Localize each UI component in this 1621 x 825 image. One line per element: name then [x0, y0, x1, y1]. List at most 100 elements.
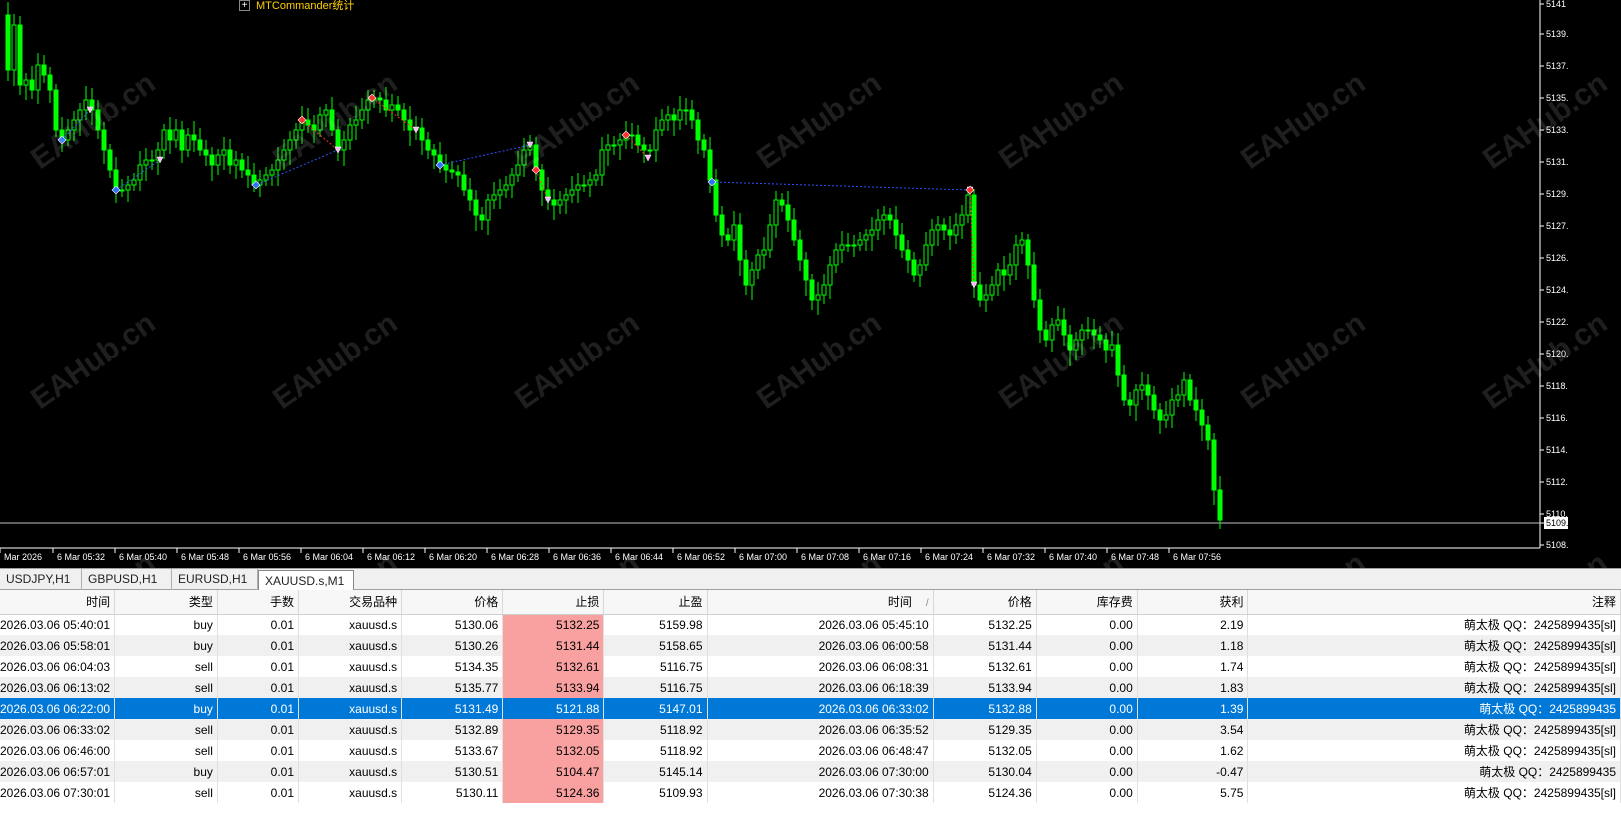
candle-body [23, 79, 29, 86]
column-header[interactable]: 获利 [1137, 590, 1249, 615]
table-cell: 2026.03.06 06:46:00 [0, 740, 116, 761]
column-header[interactable]: 价格 [401, 590, 504, 615]
candle-body [119, 189, 125, 192]
candle-body [911, 259, 917, 276]
table-cell: 5129.35 [502, 719, 605, 740]
table-row[interactable]: 2026.03.06 06:46:00 sell 0.01 xauusd.s 5133.… [0, 740, 1621, 761]
column-header[interactable]: 止损 [502, 590, 605, 615]
tab-xauusd-s-m1[interactable]: XAUUSD.s,M1 [258, 570, 354, 591]
column-header[interactable]: 时间 [0, 590, 116, 615]
table-cell: 0.01 [217, 761, 300, 782]
watermark-text: EAHub.cn [509, 306, 645, 415]
table-cell: 1.62 [1137, 740, 1249, 761]
table-cell: 萌太极 QQ：2425899435[sl] [1247, 635, 1621, 656]
table-row[interactable]: 2026.03.06 05:58:01 buy 0.01 xauusd.s 5130.2… [0, 635, 1621, 656]
table-cell: 0.00 [1036, 698, 1138, 719]
column-header[interactable]: 库存费 [1036, 590, 1138, 615]
candle-body [539, 169, 545, 191]
candle-body [617, 139, 623, 146]
table-row[interactable]: 2026.03.06 06:22:00 buy 0.01 xauusd.s 5131.4… [0, 698, 1621, 719]
trade-line [711, 181, 971, 191]
table-cell: 5129.35 [933, 719, 1037, 740]
candle-body [245, 169, 251, 176]
candle-body [1211, 439, 1217, 491]
time-label: 6 Mar 05:56 [243, 552, 291, 562]
column-header[interactable]: 交易品种 [298, 590, 403, 615]
table-cell: 萌太极 QQ：2425899435[sl] [1247, 677, 1621, 698]
candle-body [107, 149, 113, 171]
column-header[interactable]: 注释 [1247, 590, 1621, 615]
table-cell: 萌太极 QQ：2425899435[sl] [1247, 656, 1621, 677]
candle-body [809, 279, 815, 301]
candle-body [1205, 424, 1211, 441]
table-cell: sell [114, 719, 218, 740]
tab-gbpusd-h1[interactable]: GBPUSD,H1 [82, 569, 172, 590]
table-row[interactable]: 2026.03.06 06:57:01 buy 0.01 xauusd.s 5130.5… [0, 761, 1621, 782]
candle-body [1175, 394, 1181, 401]
table-cell: 萌太极 QQ：2425899435 [1247, 761, 1621, 782]
table-cell: 2026.03.06 06:18:39 [707, 677, 934, 698]
table-cell: 0.01 [217, 782, 300, 803]
candle-body [1019, 239, 1025, 246]
table-cell: 5133.94 [502, 677, 605, 698]
table-row[interactable]: 2026.03.06 05:40:01 buy 0.01 xauusd.s 5130.0… [0, 614, 1621, 635]
trade-close-arrow-icon[interactable] [644, 154, 652, 162]
table-cell: 0.01 [217, 635, 300, 656]
candle-body [569, 189, 575, 196]
candle-body [35, 64, 41, 91]
time-label: 6 Mar 06:04 [305, 552, 353, 562]
expand-plus-icon[interactable]: + [239, 0, 250, 11]
candle-body [905, 249, 911, 261]
table-row[interactable]: 2026.03.06 06:04:03 sell 0.01 xauusd.s 5134.… [0, 656, 1621, 677]
table-row[interactable]: 2026.03.06 06:33:02 sell 0.01 xauusd.s 5132.… [0, 719, 1621, 740]
table-cell: 2026.03.06 06:13:02 [0, 677, 116, 698]
column-header[interactable]: 类型 [114, 590, 218, 615]
price-chart[interactable]: 5141 5139. 5137. 5135. 5133. 5131. 5129. 5127. 5… [0, 0, 1621, 568]
table-cell: buy [114, 761, 218, 782]
table-cell: 5124.36 [502, 782, 605, 803]
table-row[interactable]: 2026.03.06 06:13:02 sell 0.01 xauusd.s 5135.… [0, 677, 1621, 698]
candle-body [923, 244, 929, 266]
table-cell: sell [114, 740, 218, 761]
table-cell: 0.01 [217, 740, 300, 761]
column-header[interactable]: 价格 [933, 590, 1037, 615]
table-row[interactable]: 2026.03.06 07:30:01 sell 0.01 xauusd.s 5130.… [0, 782, 1621, 803]
table-cell: 5132.25 [933, 614, 1037, 635]
watermark-text: EAHub.cn [751, 66, 887, 175]
trade-open-arrow-icon[interactable] [435, 160, 445, 170]
table-cell: 0.00 [1036, 740, 1138, 761]
table-cell: 2026.03.06 06:33:02 [707, 698, 934, 719]
candle-body [737, 224, 743, 261]
table-cell: 2026.03.06 06:08:31 [707, 656, 934, 677]
table-cell: 5147.01 [603, 698, 708, 719]
table-cell: 0.01 [217, 698, 300, 719]
price-label: 5118. [1546, 381, 1568, 391]
trade-open-arrow-icon[interactable] [621, 130, 631, 140]
column-header[interactable]: 手数 [217, 590, 300, 615]
candle-body [47, 74, 53, 91]
mtcommander-indicator[interactable]: + MTCommander统计 [239, 0, 354, 12]
candle-body [785, 204, 791, 221]
candlestick-chart[interactable]: 51415139.5137.5135.5133.5131.5129.5127.5… [0, 0, 1621, 568]
candle-body [455, 171, 461, 176]
time-label: Mar 2026 [4, 552, 42, 562]
price-label: 5137. [1546, 61, 1569, 71]
candle-body [563, 194, 569, 201]
table-cell: 5132.61 [933, 656, 1037, 677]
table-cell: 萌太极 QQ：2425899435[sl] [1247, 719, 1621, 740]
column-header[interactable]: 时间 / [707, 590, 934, 615]
watermark-text: EAHub.cn [993, 306, 1129, 415]
candle-body [137, 164, 143, 181]
candle-body [1133, 389, 1139, 406]
tab-usdjpy-h1[interactable]: USDJPY,H1 [0, 569, 82, 590]
candle-body [743, 259, 749, 286]
candle-body [917, 264, 923, 276]
table-cell: 0.00 [1036, 677, 1138, 698]
candle-body [1181, 379, 1187, 396]
tab-eurusd-h1[interactable]: EURUSD,H1 [172, 569, 258, 590]
candle-body [491, 194, 497, 201]
column-header[interactable]: 止盈 [603, 590, 708, 615]
trade-open-arrow-icon[interactable] [111, 185, 121, 195]
candle-body [1061, 319, 1067, 336]
table-cell: sell [114, 782, 218, 803]
